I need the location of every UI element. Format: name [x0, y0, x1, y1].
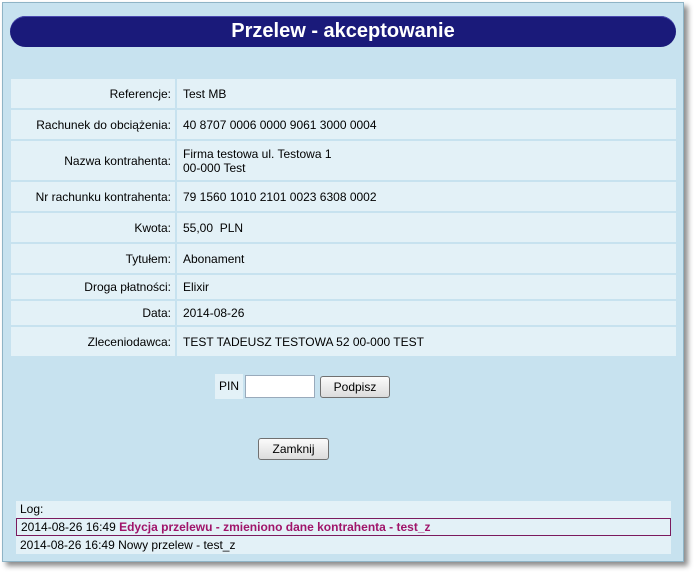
pin-input[interactable] [245, 375, 316, 398]
log-entry: 2014-08-26 16:49 Edycja przelewu - zmien… [16, 518, 671, 536]
detail-row-date: Data: 2014-08-26 [11, 301, 676, 325]
log-entry-message: Edycja przelewu - zmieniono dane kontrah… [119, 520, 431, 534]
detail-label: Rachunek do obciążenia: [11, 110, 177, 139]
detail-row-contractor-account: Nr rachunku kontrahenta: 79 1560 1010 21… [11, 182, 676, 211]
pin-label: PIN [215, 374, 244, 399]
transfer-accept-window: Przelew - akceptowanie Referencje: Test … [2, 2, 684, 562]
contractor-name-line: Firma testowa ul. Testowa 1 [183, 146, 332, 161]
detail-row-amount: Kwota: 55,00 PLN [11, 213, 676, 242]
detail-label: Referencje: [11, 79, 177, 108]
detail-row-title: Tytułem: Abonament [11, 244, 676, 273]
contractor-address-line: 00-000 Test [183, 160, 246, 175]
detail-row-ordering-party: Zleceniodawca: TEST TADEUSZ TESTOWA 52 0… [11, 327, 676, 356]
log-entry: 2014-08-26 16:49 Nowy przelew - test_z [16, 536, 671, 554]
detail-value: Abonament [177, 244, 676, 273]
detail-value: Elixir [177, 275, 676, 299]
detail-label: Nazwa kontrahenta: [11, 141, 177, 180]
detail-row-payment-route: Droga płatności: Elixir [11, 275, 676, 299]
detail-label: Kwota: [11, 213, 177, 242]
log-entry-message: Nowy przelew - test_z [118, 538, 236, 552]
detail-label: Zleceniodawca: [11, 327, 177, 356]
log-entry-time: 2014-08-26 16:49 [20, 538, 115, 552]
detail-value: 79 1560 1010 2101 0023 6308 0002 [177, 182, 676, 211]
log-header: Log: [16, 501, 671, 518]
detail-value: Firma testowa ul. Testowa 1 00-000 Test [177, 141, 676, 180]
detail-row-contractor-name: Nazwa kontrahenta: Firma testowa ul. Tes… [11, 141, 676, 180]
detail-value: 2014-08-26 [177, 301, 676, 325]
pin-row: PIN Podpisz [215, 373, 391, 400]
log-panel: Log: 2014-08-26 16:49 Edycja przelewu - … [16, 501, 671, 554]
detail-value: Test MB [177, 79, 676, 108]
transfer-details-table: Referencje: Test MB Rachunek do obciążen… [11, 77, 676, 358]
detail-value: TEST TADEUSZ TESTOWA 52 00-000 TEST [177, 327, 676, 356]
sign-button[interactable]: Podpisz [320, 375, 391, 398]
detail-label: Tytułem: [11, 244, 177, 273]
detail-label: Nr rachunku kontrahenta: [11, 182, 177, 211]
detail-row-debit-account: Rachunek do obciążenia: 40 8707 0006 000… [11, 110, 676, 139]
detail-value: 55,00 PLN [177, 213, 676, 242]
detail-label: Droga płatności: [11, 275, 177, 299]
page-title: Przelew - akceptowanie [10, 16, 676, 47]
close-button[interactable]: Zamknij [258, 438, 329, 460]
detail-value: 40 8707 0006 0000 9061 3000 0004 [177, 110, 676, 139]
detail-label: Data: [11, 301, 177, 325]
detail-row-reference: Referencje: Test MB [11, 79, 676, 108]
log-entry-time: 2014-08-26 16:49 [21, 520, 116, 534]
